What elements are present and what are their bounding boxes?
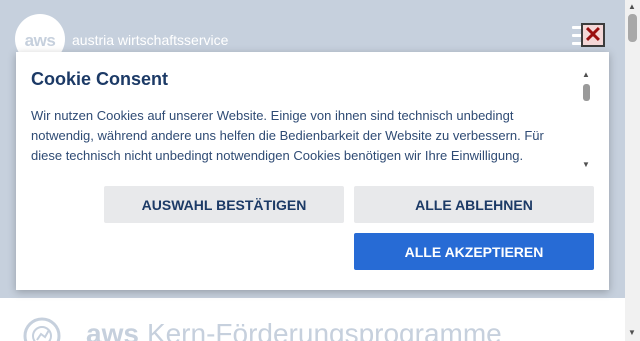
- scroll-down-icon[interactable]: ▼: [628, 328, 636, 337]
- close-icon: ✕: [583, 22, 603, 47]
- reject-all-button[interactable]: ALLE ABLEHNEN: [354, 186, 594, 223]
- close-button[interactable]: ✕: [581, 23, 605, 47]
- brand-name[interactable]: austria wirtschaftsservice: [72, 32, 228, 48]
- dialog-scrollbar[interactable]: ▲ ▼: [580, 70, 592, 172]
- dialog-title: Cookie Consent: [31, 69, 169, 89]
- scrollbar-thumb[interactable]: [628, 14, 637, 42]
- dialog-scroll-up-icon[interactable]: ▲: [582, 70, 590, 79]
- cookie-consent-dialog: Cookie Consent Wir nutzen Cookies auf un…: [16, 52, 609, 290]
- accept-all-button[interactable]: ALLE AKZEPTIEREN: [354, 233, 594, 270]
- program-title-text: Kern-Förderungsprogramme: [146, 318, 502, 341]
- gear-chart-icon: [23, 317, 61, 341]
- dialog-scrollbar-thumb[interactable]: [583, 84, 590, 101]
- program-title: aws Kern-Förderungsprogramme: [86, 318, 502, 341]
- program-prefix: aws: [86, 318, 139, 341]
- dialog-text: Wir nutzen Cookies auf unserer Website. …: [31, 108, 544, 163]
- scroll-up-icon[interactable]: ▲: [628, 2, 636, 11]
- dialog-scroll-down-icon[interactable]: ▼: [582, 160, 590, 169]
- page-scrollbar[interactable]: ▲ ▼: [625, 0, 640, 341]
- program-row: aws Kern-Förderungsprogramme: [0, 298, 625, 341]
- logo-text: aws: [24, 31, 56, 50]
- confirm-selection-button[interactable]: AUSWAHL BESTÄTIGEN: [104, 186, 344, 223]
